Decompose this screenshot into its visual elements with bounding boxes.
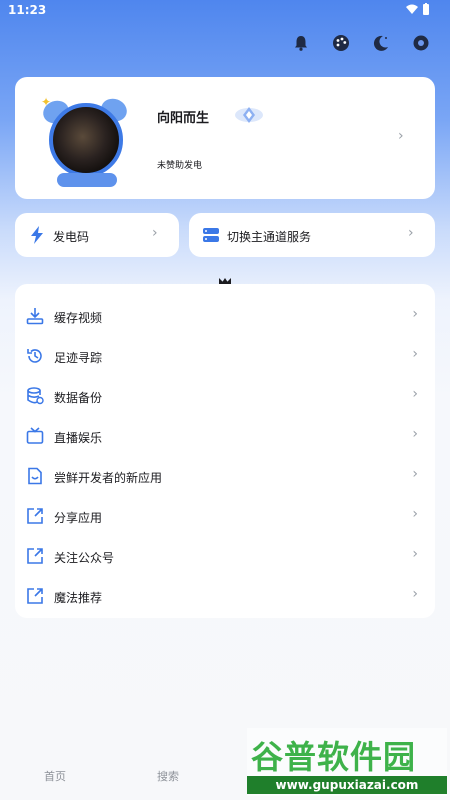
tab-search[interactable]: 搜索 <box>157 768 179 784</box>
power-code-label: 发电码 <box>53 230 90 244</box>
chevron-right-icon: › <box>412 586 418 602</box>
chevron-right-icon: › <box>398 128 404 144</box>
menu-item-label: 数据备份 <box>54 391 103 405</box>
switch-channel-label: 切换主通道服务 <box>227 230 312 244</box>
battery-icon <box>423 3 429 15</box>
share-icon <box>27 508 43 524</box>
menu-item-label: 缓存视频 <box>54 311 103 325</box>
switch-channel-button[interactable]: 切换主通道服务 › <box>189 213 435 257</box>
avatar-photo <box>49 103 123 177</box>
download-icon <box>26 308 44 325</box>
night-mode-icon[interactable] <box>370 32 392 54</box>
watermark-logo: 谷普软件园 www.gupuxiazai.com <box>247 728 447 796</box>
status-icons <box>406 3 430 15</box>
share-icon <box>27 548 43 564</box>
menu-item-label: 直播娱乐 <box>54 431 103 445</box>
share-icon <box>27 588 43 604</box>
chevron-right-icon: › <box>412 466 418 482</box>
bell-icon[interactable] <box>290 32 312 54</box>
chevron-right-icon: › <box>412 426 418 442</box>
history-icon <box>27 349 42 363</box>
menu-item-cache-video[interactable]: 缓存视频 › <box>15 296 435 336</box>
tv-icon <box>26 427 44 444</box>
wifi-icon <box>406 4 418 14</box>
menu-item-backup[interactable]: 数据备份 › <box>15 376 435 416</box>
menu-item-magic-recommend[interactable]: 魔法推荐 › <box>15 576 435 616</box>
settings-icon[interactable] <box>410 32 432 54</box>
status-bar: 11:23 <box>0 0 450 22</box>
chevron-right-icon: › <box>412 386 418 402</box>
power-code-button[interactable]: 发电码 › <box>15 213 179 257</box>
menu-item-new-apps[interactable]: 尝鲜开发者的新应用 › <box>15 456 435 496</box>
new-app-icon <box>28 467 42 485</box>
menu-item-share-app[interactable]: 分享应用 › <box>15 496 435 536</box>
watermark-title: 谷普软件园 <box>251 738 417 776</box>
status-time: 11:23 <box>8 3 47 17</box>
menu-item-label: 关注公众号 <box>54 551 115 565</box>
menu-list: 缓存视频 › 足迹寻踪 › 数据备份 › 直播娱乐 › 尝鲜开发者的新应用 › … <box>15 284 435 618</box>
chevron-right-icon: › <box>412 546 418 562</box>
server-icon <box>203 228 219 242</box>
vip-badge-icon <box>235 107 263 123</box>
lightning-icon <box>31 226 43 244</box>
database-icon <box>27 387 44 405</box>
menu-item-label: 尝鲜开发者的新应用 <box>54 471 163 485</box>
menu-item-label: 分享应用 <box>54 511 103 525</box>
chevron-right-icon: › <box>412 506 418 522</box>
profile-name: 向阳而生 <box>157 111 210 126</box>
chevron-right-icon: › <box>412 346 418 362</box>
top-toolbar <box>290 32 432 54</box>
menu-item-live[interactable]: 直播娱乐 › <box>15 416 435 456</box>
menu-item-label: 魔法推荐 <box>54 591 103 605</box>
tab-home[interactable]: 首页 <box>44 768 66 784</box>
watermark-url: www.gupuxiazai.com <box>247 776 447 794</box>
profile-card[interactable]: ✦ 向阳而生 未赞助发电 › <box>15 77 435 199</box>
avatar[interactable]: ✦ <box>40 95 131 187</box>
sponsor-status: 未赞助发电 <box>157 161 203 171</box>
menu-item-follow-account[interactable]: 关注公众号 › <box>15 536 435 576</box>
chevron-right-icon: › <box>412 306 418 322</box>
sparkle-icon: ✦ <box>41 95 52 109</box>
menu-item-label: 足迹寻踪 <box>54 351 103 365</box>
chevron-right-icon: › <box>152 225 158 241</box>
menu-item-history[interactable]: 足迹寻踪 › <box>15 336 435 376</box>
chevron-right-icon: › <box>408 225 414 241</box>
palette-icon[interactable] <box>330 32 352 54</box>
